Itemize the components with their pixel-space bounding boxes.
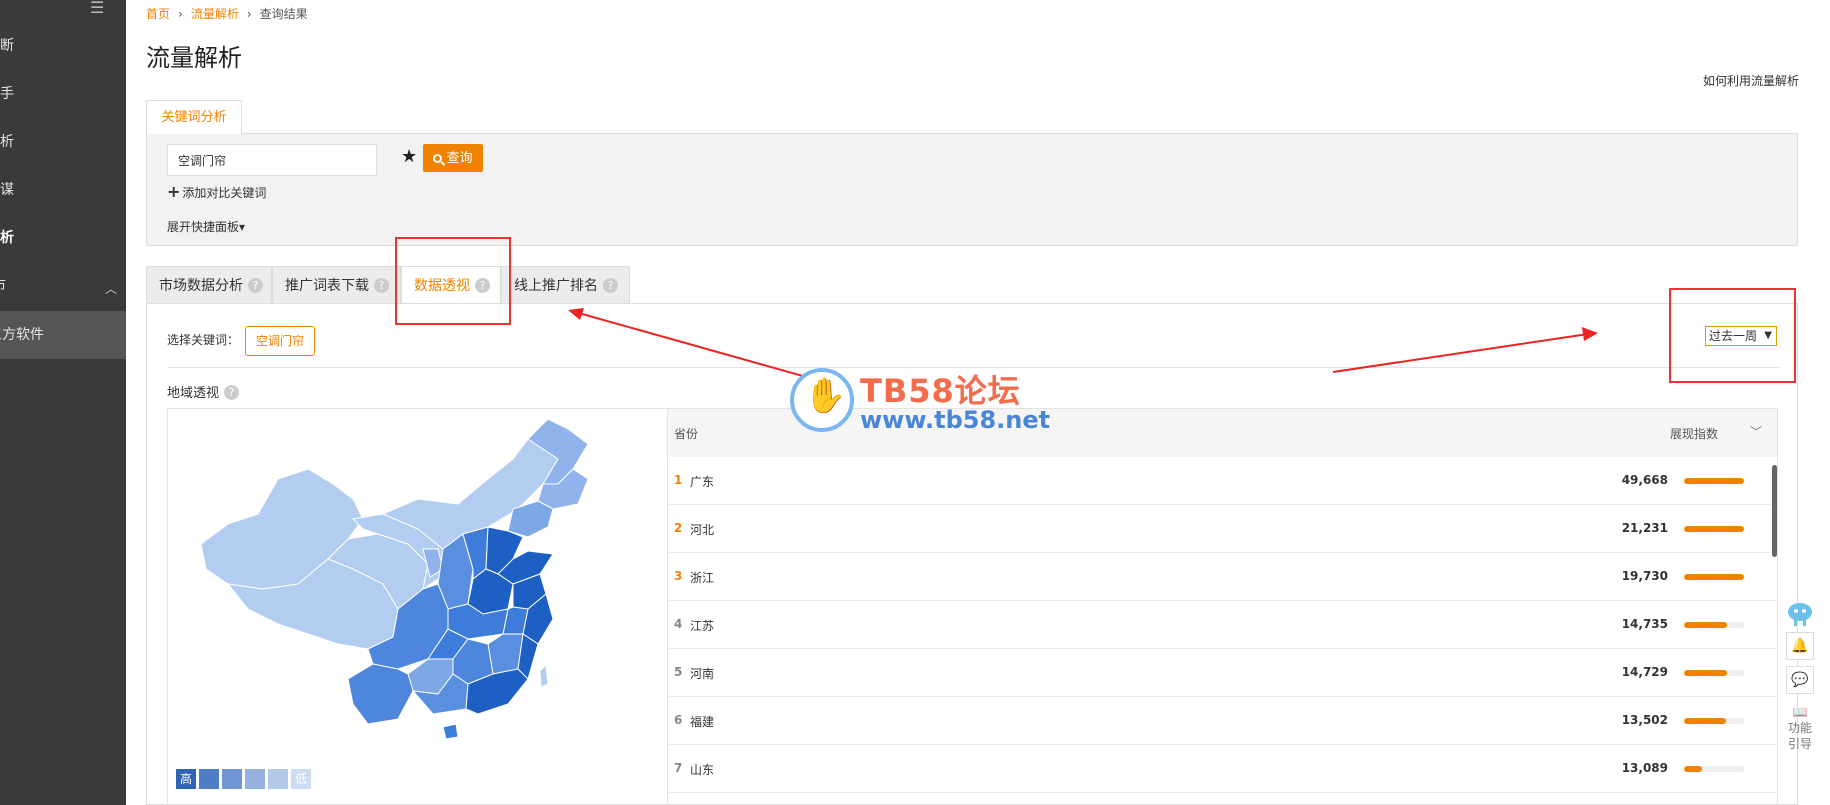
- watermark: ✋ TB58论坛 www.tb58.net: [790, 366, 1050, 436]
- watermark-url: www.tb58.net: [860, 406, 1051, 434]
- feature-guide[interactable]: 📖 功能 引导: [1786, 704, 1814, 752]
- hand-logo-icon: ✋: [790, 368, 854, 432]
- message-icon[interactable]: 💬: [1786, 666, 1814, 694]
- bell-icon[interactable]: 🔔: [1786, 632, 1814, 660]
- tab-keyword-analysis[interactable]: 关键词分析: [146, 100, 242, 134]
- book-icon: 📖: [1792, 705, 1808, 719]
- mascot-icon[interactable]: [1786, 600, 1814, 628]
